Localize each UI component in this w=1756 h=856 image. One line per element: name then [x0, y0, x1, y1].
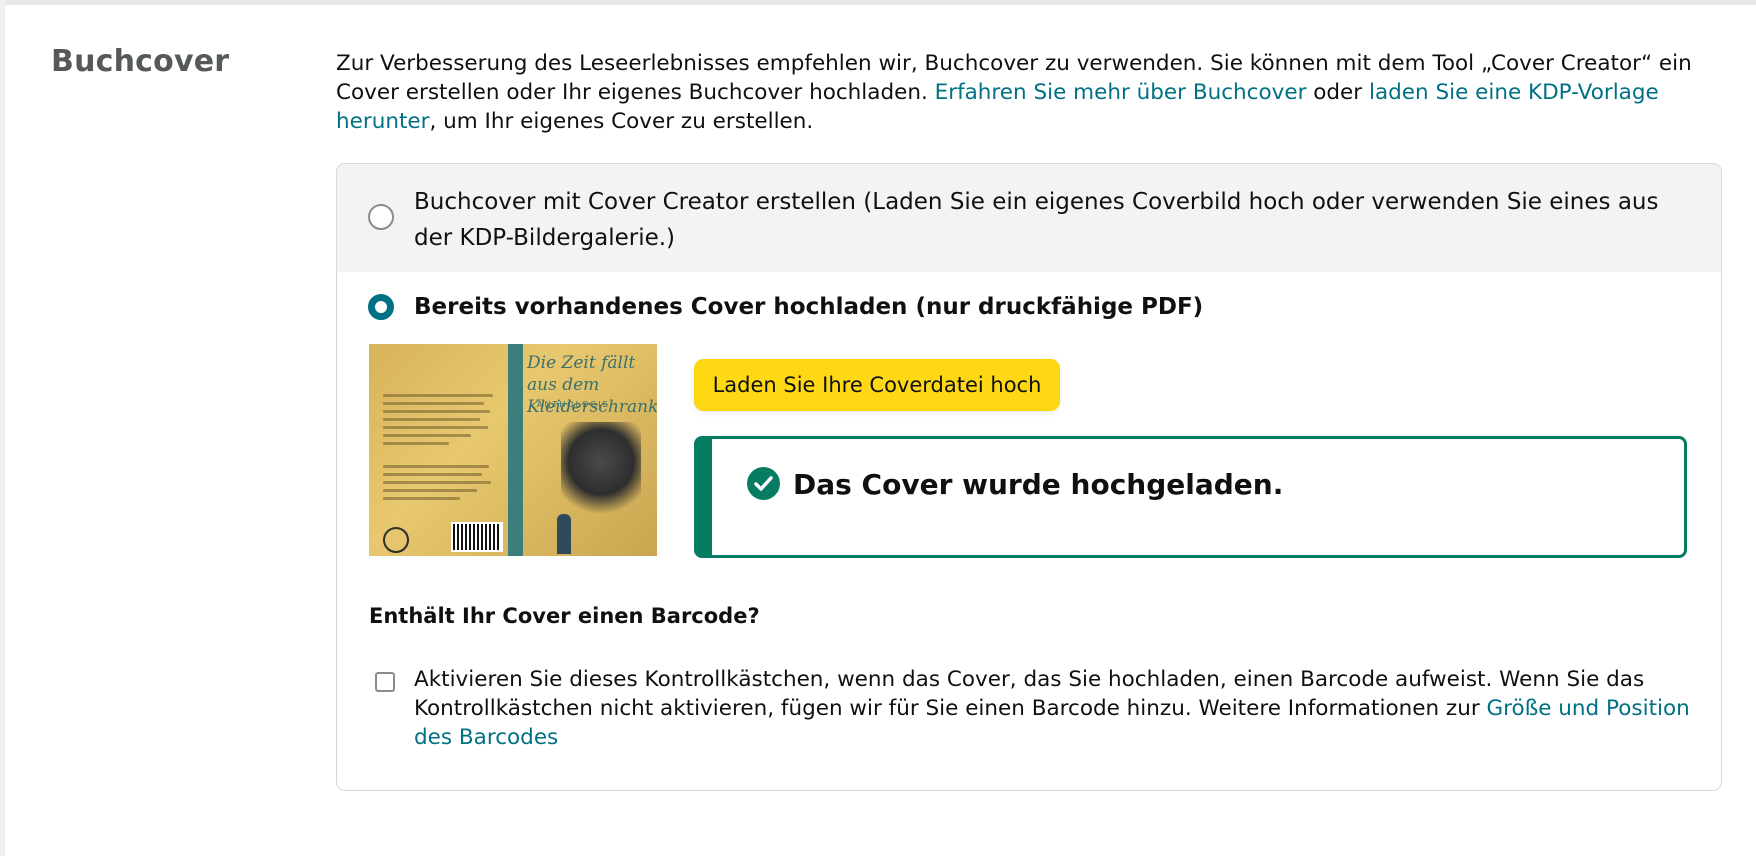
upload-success-message: Das Cover wurde hochgeladen. [793, 468, 1284, 501]
barcode-checkbox[interactable] [375, 672, 395, 692]
cover-spine [508, 344, 523, 556]
publisher-logo [383, 527, 409, 553]
top-divider [0, 0, 1756, 5]
upload-cover-radio[interactable] [368, 294, 394, 320]
barcode-checkbox-text: Aktivieren Sie dieses Kontrollkästchen, … [414, 667, 1645, 721]
learn-more-covers-link[interactable]: Erfahren Sie mehr über Buchcover [935, 80, 1307, 105]
intro-text-2: oder [1306, 80, 1369, 105]
alert-accent-bar [697, 439, 712, 555]
intro-text: Zur Verbesserung des Leseerlebnisses emp… [336, 49, 1726, 136]
cover-creator-label[interactable]: Buchcover mit Cover Creator erstellen (L… [414, 184, 1694, 256]
cover-options-panel: Buchcover mit Cover Creator erstellen (L… [336, 163, 1722, 791]
upload-success-alert: Das Cover wurde hochgeladen. [694, 436, 1687, 558]
left-divider [0, 0, 5, 856]
cover-figure [557, 514, 571, 554]
cover-creator-radio[interactable] [368, 204, 394, 230]
back-cover-text [383, 394, 493, 505]
section-heading: Buchcover [51, 44, 230, 79]
cover-subtitle: ANTHOLOGIE [537, 400, 610, 409]
barcode-question: Enthält Ihr Cover einen Barcode? [369, 604, 760, 628]
barcode-checkbox-label[interactable]: Aktivieren Sie dieses Kontrollkästchen, … [414, 665, 1704, 752]
cover-thumbnail: Die Zeit fällt aus dem Kleiderschrank AN… [369, 344, 657, 556]
check-circle-icon [747, 467, 780, 500]
upload-cover-label[interactable]: Bereits vorhandenes Cover hochladen (nur… [414, 291, 1203, 323]
cover-illustration [561, 422, 641, 522]
cover-barcode [451, 522, 503, 552]
upload-cover-button[interactable]: Laden Sie Ihre Coverdatei hoch [694, 359, 1060, 411]
intro-text-3: , um Ihr eigenes Cover zu erstellen. [429, 109, 814, 134]
option-cover-creator[interactable]: Buchcover mit Cover Creator erstellen (L… [337, 164, 1721, 272]
